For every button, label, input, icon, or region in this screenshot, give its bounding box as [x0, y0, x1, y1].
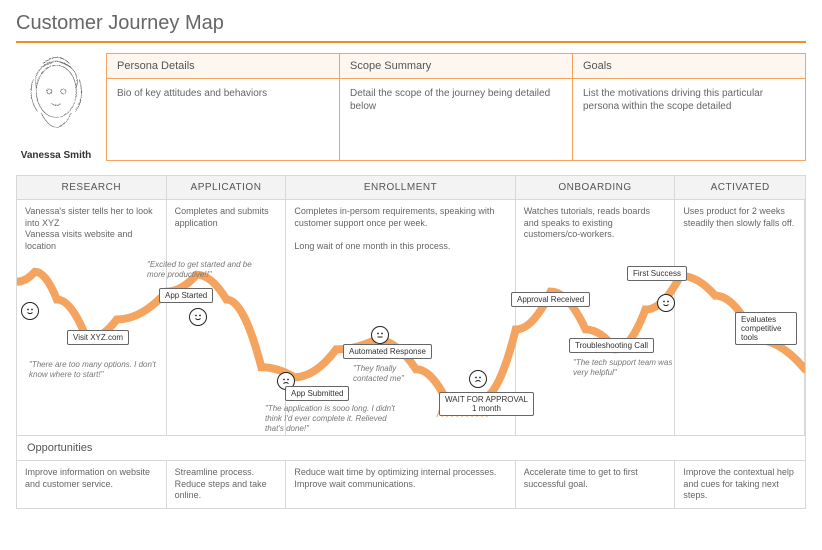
opp-research: Improve information on website and custo… [17, 461, 167, 508]
stage-enrollment-head: ENROLLMENT [286, 176, 515, 200]
page-title: Customer Journey Map [16, 12, 806, 35]
touchpoint-visit: Visit XYZ.com [67, 330, 129, 345]
quote-contacted: "They finally contacted me" [353, 364, 433, 384]
persona-details-body: Bio of key attitudes and behaviors [107, 79, 339, 120]
stage-application-desc: Completes and submits application [175, 206, 269, 228]
touchpoint-evaluates: Evaluates competitive tools [735, 312, 797, 345]
stage-research-col: Vanessa's sister tells her to look into … [17, 200, 167, 435]
face-neutral-icon [371, 326, 389, 344]
opportunities-head: Opportunities [17, 436, 805, 461]
stage-onboarding-head: ONBOARDING [516, 176, 676, 200]
touchpoint-trouble: Troubleshooting Call [569, 338, 654, 353]
opp-activated: Improve the contextual help and cues for… [675, 461, 805, 508]
touchpoint-first-success: First Success [627, 266, 687, 281]
stage-application-col: Completes and submits application [167, 200, 287, 435]
stage-onboarding-col: Watches tutorials, reads boards and spea… [516, 200, 676, 435]
face-happy-icon [657, 294, 675, 312]
persona-details-cell: Persona Details Bio of key attitudes and… [107, 54, 340, 160]
touchpoint-wait-approval: WAIT FOR APPROVAL 1 month [439, 392, 534, 416]
scope-summary-body: Detail the scope of the journey being de… [340, 79, 572, 133]
touchpoint-automated: Automated Response [343, 344, 432, 359]
opportunities-section: Opportunities Improve information on web… [16, 436, 806, 509]
opportunities-row: Improve information on website and custo… [17, 461, 805, 508]
scope-summary-head: Scope Summary [340, 54, 572, 79]
stage-activated-head: ACTIVATED [675, 176, 805, 200]
stage-onboarding-desc: Watches tutorials, reads boards and spea… [524, 206, 650, 239]
journey-area: Vanessa's sister tells her to look into … [16, 200, 806, 436]
persona-details-head: Persona Details [107, 54, 339, 79]
quote-excited: "Excited to get started and be more prod… [147, 260, 267, 280]
touchpoint-app-started: App Started [159, 288, 213, 303]
details-row: Persona Details Bio of key attitudes and… [106, 53, 806, 161]
persona-name: Vanessa Smith [16, 150, 96, 161]
opp-application: Streamline process. Reduce steps and tak… [167, 461, 287, 508]
quote-options: "There are too many options. I don't kno… [29, 360, 159, 380]
quote-app-long: "The application is sooo long. I didn't … [265, 404, 395, 434]
goals-head: Goals [573, 54, 805, 79]
stages-header-row: RESEARCH APPLICATION ENROLLMENT ONBOARDI… [16, 175, 806, 200]
stage-application-head: APPLICATION [167, 176, 287, 200]
persona-sketch [21, 53, 91, 143]
persona-column: Vanessa Smith [16, 53, 96, 161]
face-happy-icon [189, 308, 207, 326]
touchpoint-app-submitted: App Submitted [285, 386, 349, 401]
stage-research-head: RESEARCH [17, 176, 167, 200]
scope-summary-cell: Scope Summary Detail the scope of the jo… [340, 54, 573, 160]
top-section: Vanessa Smith Persona Details Bio of key… [16, 53, 806, 161]
quote-tech-help: "The tech support team was very helpful" [573, 358, 673, 378]
face-sad-icon [469, 370, 487, 388]
goals-body: List the motivations driving this partic… [573, 79, 805, 133]
touchpoint-approval: Approval Received [511, 292, 590, 307]
goals-cell: Goals List the motivations driving this … [573, 54, 805, 160]
stage-research-desc: Vanessa's sister tells her to look into … [25, 206, 158, 253]
opp-enrollment: Reduce wait time by optimizing internal … [286, 461, 515, 508]
title-underline [16, 41, 806, 43]
stage-activated-desc: Uses product for 2 weeks steadily then s… [683, 206, 794, 228]
opp-onboarding: Accelerate time to get to first successf… [516, 461, 676, 508]
stage-enrollment-desc: Completes in-persom requirements, speaki… [294, 206, 506, 253]
face-happy-icon [21, 302, 39, 320]
